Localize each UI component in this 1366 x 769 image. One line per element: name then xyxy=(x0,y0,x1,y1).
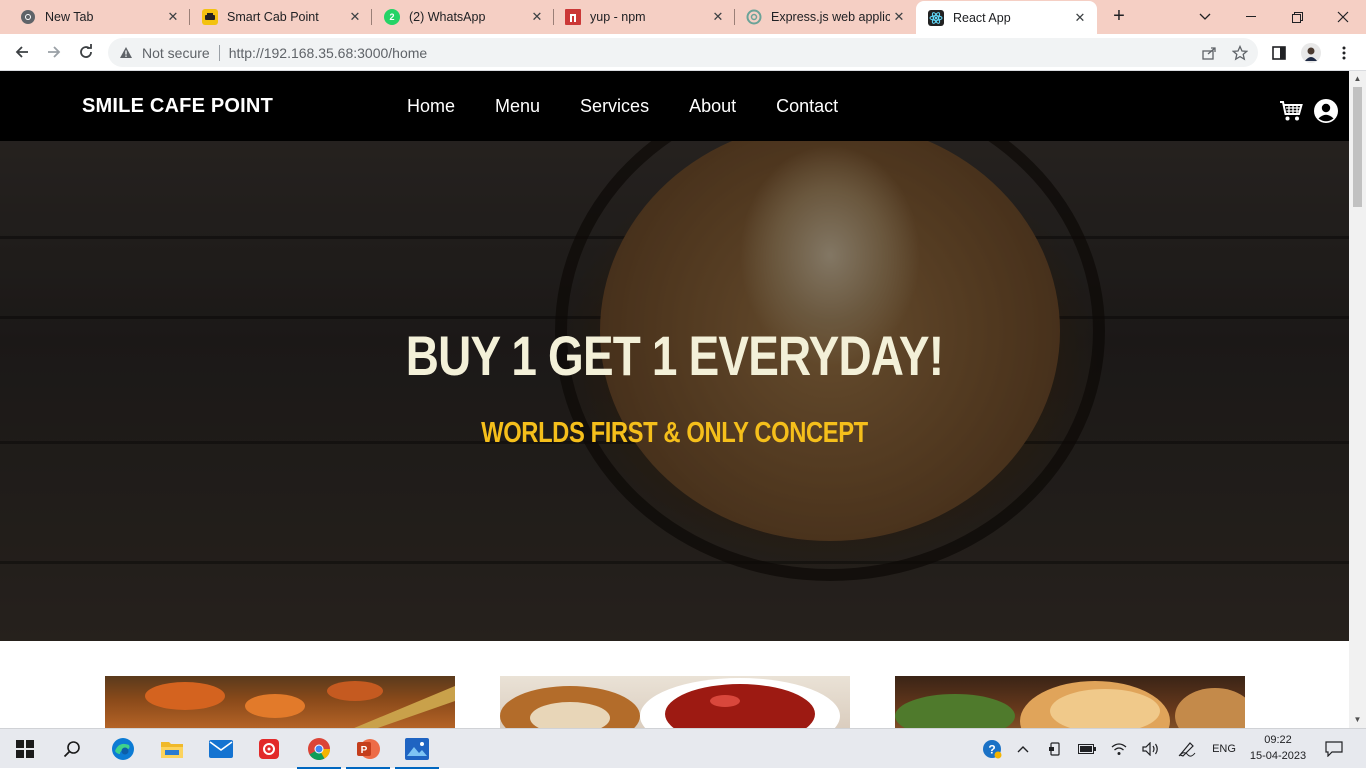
nav-menu[interactable]: Menu xyxy=(495,96,540,117)
notification-icon[interactable] xyxy=(1322,729,1346,769)
warning-icon[interactable] xyxy=(118,45,134,61)
shopping-cart-icon[interactable] xyxy=(1279,99,1303,123)
bookmark-star-icon[interactable] xyxy=(1229,38,1251,67)
edge-browser-icon[interactable] xyxy=(109,735,137,763)
close-icon[interactable]: ✕ xyxy=(1071,10,1089,26)
side-panel-icon[interactable] xyxy=(1268,42,1290,64)
tab-react-app[interactable]: React App ✕ xyxy=(916,1,1097,34)
chatgpt-icon xyxy=(746,9,762,25)
tab-title: Express.js web applica xyxy=(771,10,890,24)
reload-icon[interactable] xyxy=(74,40,98,64)
nav-about[interactable]: About xyxy=(689,96,736,117)
clock-time: 09:22 xyxy=(1264,734,1292,746)
file-explorer-icon[interactable] xyxy=(158,735,186,763)
tab-title: Smart Cab Point xyxy=(227,10,319,24)
nav-home[interactable]: Home xyxy=(407,96,455,117)
help-icon[interactable]: ? xyxy=(980,729,1004,769)
close-window-button[interactable] xyxy=(1320,0,1366,34)
tab-new-tab[interactable]: New Tab ✕ xyxy=(0,0,190,34)
taxi-icon xyxy=(202,9,218,25)
back-arrow-icon[interactable] xyxy=(10,40,34,64)
powerpoint-icon[interactable]: P xyxy=(346,735,390,769)
windows-taskbar: P ? ENG 09:22 15-04-2023 xyxy=(0,728,1366,769)
profile-avatar[interactable] xyxy=(1300,42,1322,64)
user-account-icon[interactable] xyxy=(1314,99,1338,123)
brand-logo[interactable]: SMILE CAFE POINT xyxy=(82,95,273,118)
language-indicator[interactable]: ENG xyxy=(1208,729,1240,769)
tab-title: (2) WhatsApp xyxy=(409,10,486,24)
site-navbar: SMILE CAFE POINT Home Menu Services Abou… xyxy=(0,71,1349,141)
address-bar[interactable]: Not secure http://192.168.35.68:3000/hom… xyxy=(108,38,1258,67)
tab-title: New Tab xyxy=(45,10,94,24)
wifi-icon[interactable] xyxy=(1108,729,1130,769)
tab-title: React App xyxy=(953,10,1011,25)
close-icon[interactable]: ✕ xyxy=(164,9,182,25)
meet-now-icon[interactable] xyxy=(1044,729,1066,769)
share-icon[interactable] xyxy=(1198,38,1220,67)
volume-icon[interactable] xyxy=(1140,729,1162,769)
browser-toolbar: Not secure http://192.168.35.68:3000/hom… xyxy=(0,34,1366,71)
tab-whatsapp[interactable]: 2 (2) WhatsApp ✕ xyxy=(364,0,554,34)
forward-arrow-icon[interactable] xyxy=(42,40,66,64)
food-card-image[interactable] xyxy=(895,676,1245,728)
chrome-icon xyxy=(20,9,36,25)
media-app-icon[interactable] xyxy=(255,735,283,763)
tab-title: yup - npm xyxy=(590,10,646,24)
photos-app-icon[interactable] xyxy=(395,735,439,769)
tab-smart-cab-point[interactable]: Smart Cab Point ✕ xyxy=(182,0,372,34)
more-menu-icon[interactable] xyxy=(1333,42,1355,64)
hero-subtitle: WORLDS FIRST & ONLY CONCEPT xyxy=(481,417,868,449)
chevron-up-icon[interactable] xyxy=(1012,729,1034,769)
mail-icon[interactable] xyxy=(207,735,235,763)
food-card-image[interactable] xyxy=(500,676,850,728)
url-text[interactable]: http://192.168.35.68:3000/home xyxy=(229,45,428,61)
close-icon[interactable]: ✕ xyxy=(709,9,727,25)
nav-contact[interactable]: Contact xyxy=(776,96,838,117)
page-scrollbar[interactable]: ▲ ▼ xyxy=(1349,71,1366,728)
nav-links: Home Menu Services About Contact xyxy=(407,96,838,117)
new-tab-button[interactable]: + xyxy=(1108,6,1130,28)
security-label[interactable]: Not secure xyxy=(142,45,210,61)
react-icon xyxy=(928,9,944,26)
system-clock[interactable]: 09:22 15-04-2023 xyxy=(1248,732,1308,764)
clock-date: 15-04-2023 xyxy=(1249,750,1307,762)
whatsapp-icon: 2 xyxy=(384,9,400,25)
nav-services[interactable]: Services xyxy=(580,96,649,117)
battery-icon[interactable] xyxy=(1076,729,1098,769)
tab-search-chevron-icon[interactable] xyxy=(1182,0,1228,34)
close-icon[interactable]: ✕ xyxy=(346,9,364,25)
page-viewport: SMILE CAFE POINT Home Menu Services Abou… xyxy=(0,71,1349,728)
hero-banner: BUY 1 GET 1 EVERYDAY! WORLDS FIRST & ONL… xyxy=(0,141,1349,641)
npm-icon xyxy=(565,9,581,25)
close-icon[interactable]: ✕ xyxy=(528,9,546,25)
food-card-image[interactable] xyxy=(105,676,455,728)
minimize-button[interactable] xyxy=(1228,0,1274,34)
pen-ink-icon[interactable] xyxy=(1176,729,1198,769)
close-icon[interactable]: ✕ xyxy=(890,9,908,25)
scroll-down-arrow-icon[interactable]: ▼ xyxy=(1349,713,1366,727)
search-icon[interactable] xyxy=(58,735,86,763)
scroll-up-arrow-icon[interactable]: ▲ xyxy=(1349,72,1366,86)
scrollbar-thumb[interactable] xyxy=(1353,87,1362,207)
restore-button[interactable] xyxy=(1274,0,1320,34)
tab-yup-npm[interactable]: yup - npm ✕ xyxy=(545,0,735,34)
tab-expressjs[interactable]: Express.js web applica ✕ xyxy=(726,0,916,34)
windows-start-icon[interactable] xyxy=(11,735,39,763)
svg-text:P: P xyxy=(361,745,368,756)
hero-title: BUY 1 GET 1 EVERYDAY! xyxy=(405,324,944,387)
tab-strip: New Tab ✕ Smart Cab Point ✕ 2 (2) WhatsA… xyxy=(0,0,1366,34)
chrome-taskbar-icon[interactable] xyxy=(297,735,341,769)
